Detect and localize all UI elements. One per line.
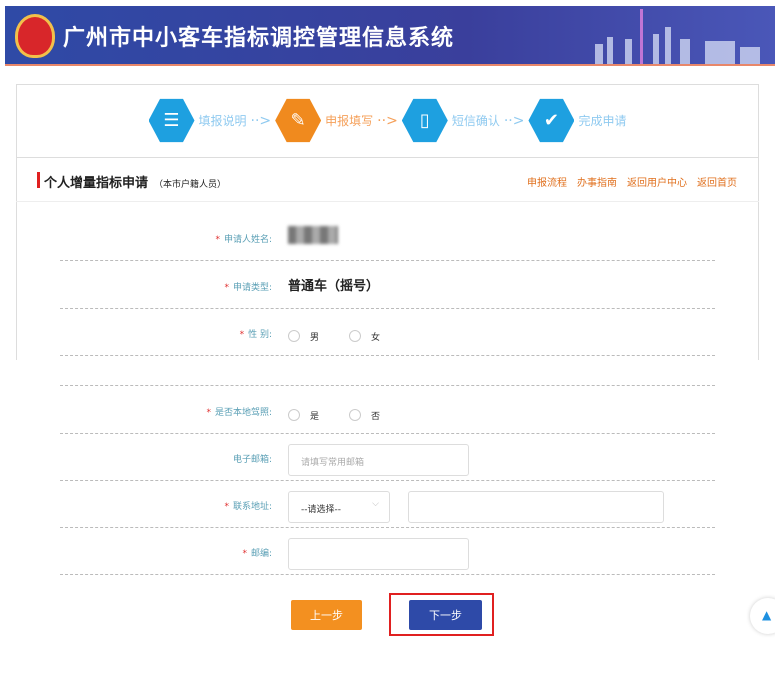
step-complete: ✔ 完成申请 [528,98,626,144]
required-mark: * [224,502,229,512]
field-label: * 申请类型: [224,280,272,293]
radio-no[interactable] [349,408,362,421]
label-text: 性 别: [248,330,272,340]
option-label: 女 [371,333,381,343]
radio-yes[interactable] [288,408,300,421]
arrow-icon: ··> [503,112,525,129]
prev-button[interactable]: 上一步 [291,600,362,630]
option-label: 男 [310,333,320,343]
required-mark: * [206,408,211,418]
option-label: 是 [310,412,320,422]
select-value: --请选择-- [301,505,341,515]
option-label: 否 [371,412,381,422]
step-sms-confirm: ▯ 短信确认 ··> [401,98,525,144]
field-label: * 邮编: [242,546,272,559]
required-mark: * [242,549,247,559]
application-type-value: 普通车（摇号） [288,279,380,294]
step-label: 完成申请 [578,114,627,128]
document-icon: ☰ [148,98,195,143]
link-guide[interactable]: 办事指南 [577,174,617,189]
step-label: 申报填写 [325,114,374,128]
link-apply-process[interactable]: 申报流程 [527,174,567,189]
caret-up-icon: ▲ [762,608,772,622]
scroll-top-button[interactable]: ▲ [750,598,775,634]
row-divider [60,370,715,386]
section-header: 个人增量指标申请 （本市户籍人员） 申报流程 办事指南 返回用户中心 返回首页 [16,158,759,202]
row-zip: * 邮编: [60,528,715,575]
zip-input[interactable] [288,538,469,570]
field-label: * 性 别: [240,327,272,340]
system-title: 广州市中小客车指标调控管理信息系统 [63,26,455,51]
row-application-type: * 申请类型: 普通车（摇号） [60,261,715,309]
row-gender: * 性 别: 男女 [60,309,715,356]
title-accent [37,172,40,188]
row-applicant-name: * 申请人姓名: [60,214,715,261]
phone-icon: ▯ [401,98,448,143]
site-header: 广州市中小客车指标调控管理信息系统 [5,6,775,66]
email-input[interactable]: 请填写常用邮箱 [288,444,469,476]
step-label: 短信确认 [451,114,500,128]
arrow-icon: ··> [377,112,398,129]
address-input[interactable] [408,491,664,523]
title-subtitle: （本市户籍人员） [154,180,227,190]
field-label: * 联系地址: [224,499,272,512]
row-address: * 联系地址: --请选择-- ⌵ [60,481,715,528]
label-text: 申请类型: [232,283,272,293]
label-text: 电子邮箱: [232,455,272,465]
arrow-icon: ··> [250,112,272,129]
field-label: * 申请人姓名: [215,232,272,245]
field-label: 电子邮箱: [233,452,272,465]
local-license-radio-group: 是否 [288,404,410,423]
progress-steps: ☰ 填报说明 ··> ✎ 申报填写 ··> ▯ 短信确认 ··> ✔ 完成申请 [16,84,759,158]
required-mark: * [239,330,245,340]
page-title: 个人增量指标申请 （本市户籍人员） [44,172,226,191]
next-button[interactable]: 下一步 [409,600,482,630]
step-fill-form: ✎ 申报填写 ··> [275,98,398,144]
title-text: 个人增量指标申请 [44,176,149,191]
field-label: * 是否本地驾照: [206,405,272,418]
row-local-license: * 是否本地驾照: 是否 [60,386,715,434]
gender-radio-group: 男女 [288,325,410,344]
label-text: 是否本地驾照: [214,408,272,418]
emblem-logo [15,14,55,58]
chevron-down-icon: ⌵ [372,499,379,509]
label-text: 邮编: [250,549,272,559]
step-label: 填报说明 [198,114,247,128]
radio-female[interactable] [349,329,362,342]
required-mark: * [215,235,220,245]
row-email: 电子邮箱: 请填写常用邮箱 [60,434,715,481]
step-fill-instructions: ☰ 填报说明 ··> [148,98,272,144]
label-text: 申请人姓名: [223,235,272,245]
district-select[interactable]: --请选择-- ⌵ [288,491,390,523]
link-user-center[interactable]: 返回用户中心 [627,174,687,189]
radio-male[interactable] [288,329,300,342]
link-home[interactable]: 返回首页 [697,174,737,189]
edit-icon: ✎ [275,98,322,143]
label-text: 联系地址: [232,502,272,512]
required-mark: * [224,283,229,293]
header-links: 申报流程 办事指南 返回用户中心 返回首页 [527,174,737,189]
blurred-name [288,226,338,244]
check-document-icon: ✔ [528,98,575,143]
skyline-image [595,9,760,64]
